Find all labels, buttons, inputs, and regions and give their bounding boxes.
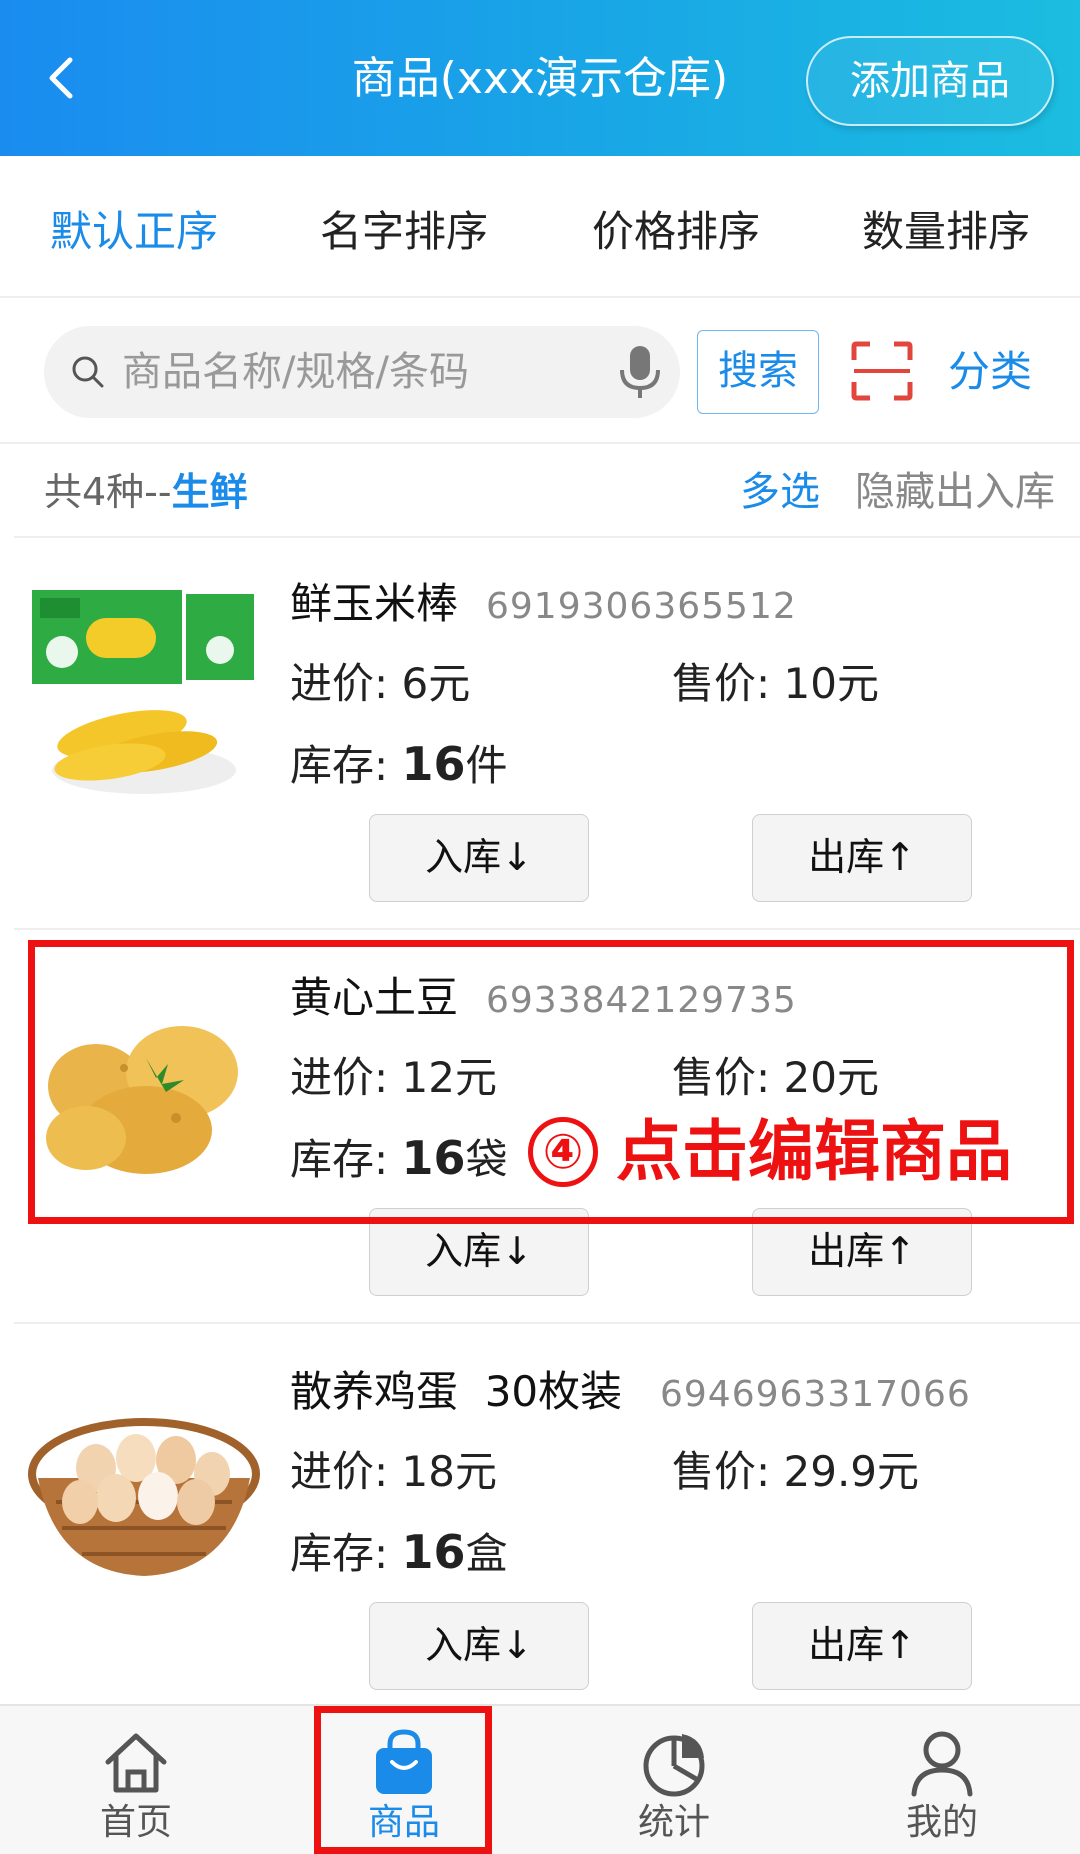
hide-inout-toggle[interactable]: 隐藏出入库 bbox=[855, 466, 1055, 518]
bottom-nav: 首页 商品 统计 我的 bbox=[0, 1704, 1080, 1854]
cost-value: 6元 bbox=[401, 659, 471, 708]
scan-icon[interactable] bbox=[850, 340, 914, 402]
sort-tabs: 默认正序 名字排序 价格排序 数量排序 bbox=[0, 156, 1080, 298]
home-icon bbox=[105, 1733, 167, 1793]
stock-out-button[interactable]: 出库↑ bbox=[752, 1602, 972, 1690]
annotation-label: ④ 点击编辑商品 bbox=[528, 1112, 1012, 1192]
stock-quantity: 16 bbox=[401, 1525, 466, 1579]
stock-unit: 盒 bbox=[465, 1529, 508, 1578]
stock: 库存: 16件 bbox=[290, 736, 508, 794]
stock-unit: 件 bbox=[465, 741, 508, 790]
cost-price: 进价: 6元 bbox=[290, 656, 470, 712]
nav-mine[interactable]: 我的 bbox=[852, 1716, 1032, 1852]
search-input[interactable] bbox=[122, 342, 582, 402]
tab-default-order[interactable]: 默认正序 bbox=[50, 204, 218, 260]
user-icon bbox=[911, 1731, 973, 1797]
step-number: ④ bbox=[528, 1117, 598, 1187]
header-bar: 商品(xxx演示仓库) 添加商品 bbox=[0, 0, 1080, 156]
nav-highlight-box bbox=[314, 1706, 492, 1854]
nav-mine-label: 我的 bbox=[905, 1802, 978, 1843]
product-item[interactable]: 散养鸡蛋 30枚装 6946963317066 进价: 18元 售价: 29.9… bbox=[14, 1326, 1080, 1704]
product-count: 共4种--生鲜 bbox=[44, 466, 248, 518]
price-label: 售价: bbox=[672, 1447, 784, 1496]
search-button[interactable]: 搜索 bbox=[697, 330, 819, 414]
corn-product-image bbox=[32, 590, 254, 794]
price-value: 29.9元 bbox=[783, 1447, 920, 1496]
summary-row: 共4种--生鲜 多选 隐藏出入库 bbox=[0, 446, 1080, 538]
tab-name-sort[interactable]: 名字排序 bbox=[320, 204, 488, 260]
nav-statistics-label: 统计 bbox=[637, 1802, 710, 1843]
tab-quantity-sort[interactable]: 数量排序 bbox=[862, 204, 1030, 260]
nav-home-label: 首页 bbox=[99, 1802, 172, 1843]
nav-statistics[interactable]: 统计 bbox=[584, 1716, 764, 1852]
tab-price-sort[interactable]: 价格排序 bbox=[592, 204, 760, 260]
category-button[interactable]: 分类 bbox=[948, 344, 1032, 400]
search-box bbox=[44, 326, 680, 418]
microphone-icon[interactable] bbox=[618, 344, 662, 400]
product-barcode: 6946963317066 bbox=[660, 1374, 971, 1415]
stock-label: 库存: bbox=[290, 741, 402, 790]
product-name: 散养鸡蛋 30枚装 bbox=[290, 1367, 623, 1416]
stock-quantity: 16 bbox=[401, 737, 466, 791]
add-product-button[interactable]: 添加商品 bbox=[806, 36, 1054, 126]
multi-select-button[interactable]: 多选 bbox=[740, 466, 820, 518]
cost-value: 18元 bbox=[401, 1447, 497, 1496]
stock-in-button[interactable]: 入库↓ bbox=[369, 814, 589, 902]
stock-out-button[interactable]: 出库↑ bbox=[752, 814, 972, 902]
product-count-text: 共4种-- bbox=[44, 470, 172, 514]
search-row: 搜索 分类 bbox=[0, 300, 1080, 444]
price-label: 售价: bbox=[672, 659, 784, 708]
eggs-product-image bbox=[28, 1418, 260, 1576]
cost-price: 进价: 18元 bbox=[290, 1444, 497, 1500]
search-icon bbox=[72, 356, 104, 388]
cost-label: 进价: bbox=[290, 1447, 402, 1496]
sale-price: 售价: 29.9元 bbox=[672, 1444, 919, 1500]
pie-chart-icon bbox=[643, 1734, 705, 1797]
product-barcode: 6919306365512 bbox=[486, 586, 797, 627]
product-item[interactable]: 鲜玉米棒 6919306365512 进价: 6元 售价: 10元 库存: 16… bbox=[14, 538, 1080, 930]
annotation-text: 点击编辑商品 bbox=[616, 1113, 1012, 1190]
current-category: 生鲜 bbox=[171, 470, 248, 514]
stock-in-button[interactable]: 入库↓ bbox=[369, 1602, 589, 1690]
product-name: 鲜玉米棒 bbox=[290, 579, 459, 628]
nav-home[interactable]: 首页 bbox=[46, 1716, 226, 1852]
stock-label: 库存: bbox=[290, 1529, 402, 1578]
sale-price: 售价: 10元 bbox=[672, 656, 879, 712]
stock: 库存: 16盒 bbox=[290, 1524, 508, 1582]
cost-label: 进价: bbox=[290, 659, 402, 708]
price-value: 10元 bbox=[783, 659, 879, 708]
